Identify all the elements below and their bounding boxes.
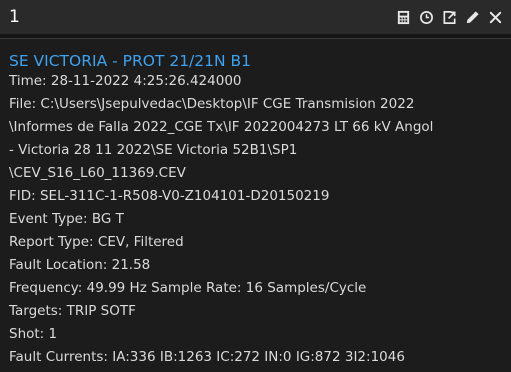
window-title: 1	[9, 7, 21, 27]
report-type-line: Report Type: CEV, Filtered	[9, 234, 184, 250]
shot-line: Shot: 1	[9, 326, 58, 342]
fault-currents-line: Fault Currents: IA:336 IB:1263 IC:272 IN…	[9, 349, 405, 365]
pencil-icon[interactable]	[464, 9, 481, 26]
window-toolbar	[395, 0, 504, 34]
file-path-line-2: \Informes de Falla 2022_CGE Tx\IF 202200…	[9, 119, 434, 135]
event-details: SE VICTORIA - PROT 21/21N B1 Time: 28-11…	[0, 38, 511, 372]
fault-location-line: Fault Location: 21.58	[9, 257, 151, 273]
time-line: Time: 28-11-2022 4:25:26.424000	[9, 73, 242, 89]
file-path-line-4: \CEV_S16_L60_11369.CEV	[9, 165, 186, 181]
file-path-line-3: - Victoria 28 11 2022\SE Victoria 52B1\S…	[9, 142, 298, 158]
clock-icon[interactable]	[418, 9, 435, 26]
frequency-line: Frequency: 49.99 Hz Sample Rate: 16 Samp…	[9, 280, 367, 296]
event-info-window: 1 SE VICTORIA - PROT 21/21N B1 Time: 28-…	[0, 0, 511, 372]
targets-line: Targets: TRIP SOTF	[9, 303, 136, 319]
calculator-icon[interactable]	[395, 9, 412, 26]
event-type-line: Event Type: BG T	[9, 211, 124, 227]
window-titlebar[interactable]: 1	[0, 0, 511, 34]
file-path-line-1: File: C:\Users\Jsepulvedac\Desktop\IF CG…	[9, 96, 415, 112]
fid-line: FID: SEL-311C-1-R508-V0-Z104101-D2015021…	[9, 188, 330, 204]
record-heading: SE VICTORIA - PROT 21/21N B1	[9, 52, 252, 70]
close-icon[interactable]	[487, 9, 504, 26]
export-icon[interactable]	[441, 9, 458, 26]
